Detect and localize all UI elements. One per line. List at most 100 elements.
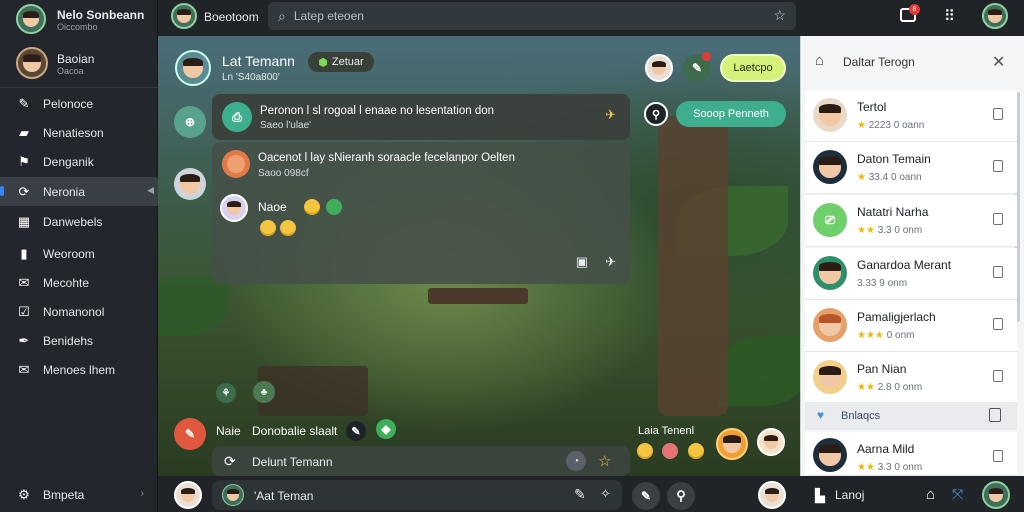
close-icon[interactable]: ✕ <box>992 52 1005 72</box>
topbar-avatar[interactable] <box>171 3 197 29</box>
gem-icon[interactable]: ◆ <box>376 419 396 439</box>
sidebar-item-label: Pelonoce <box>43 96 94 111</box>
home-icon[interactable]: ⌂ <box>815 52 824 69</box>
edit-icon[interactable]: ✎ <box>346 421 366 441</box>
sidebar-item-denganik[interactable]: ⚑ Denganik <box>0 147 158 176</box>
status-badge[interactable]: ⬢ Zetuar <box>308 52 374 72</box>
scene-title: Lat Temann <box>222 53 295 69</box>
list-item[interactable]: Daton Temain ★ 33.4 0 oann <box>805 142 1017 194</box>
message-card[interactable]: ⎙ Peronon l sl rogoal l enaae no lesenta… <box>212 94 630 140</box>
member-avatar[interactable] <box>645 54 673 82</box>
bookmark-icon[interactable] <box>993 318 1003 330</box>
pin-icon[interactable]: ✈ <box>605 254 616 270</box>
foliage <box>158 276 228 336</box>
home-icon[interactable]: ⌂ <box>926 486 935 503</box>
item-name: Natatri Narha <box>857 205 929 219</box>
list-item[interactable]: Ganardoa Merant 3.33 9 onm <box>805 248 1017 300</box>
mail-icon: ✉ <box>18 361 30 377</box>
edit-round-icon[interactable]: ✎ <box>632 482 660 510</box>
sidebar-item-menoes-lhem[interactable]: ✉ Menoes lhem <box>0 355 158 384</box>
emoji-icon[interactable] <box>637 443 653 459</box>
sidebar-item-neronia[interactable]: ⟳ Neronia ◀ <box>0 177 158 206</box>
emoji-icon[interactable] <box>688 443 704 459</box>
magic-icon[interactable]: ✧ <box>600 486 611 502</box>
item-name: Aarna Mild <box>857 442 915 456</box>
reply-input[interactable]: ⟳ Delunt Temann ◔ ☆ <box>212 446 630 476</box>
float-icon[interactable]: ⚘ <box>216 383 236 403</box>
action-button[interactable]: Laetcpo <box>720 54 786 82</box>
chat-message: Donobalie slaalt <box>252 424 338 438</box>
reaction-avatar[interactable] <box>757 428 785 456</box>
list-item[interactable]: Pan Nian ★★ 2.8 0 onm <box>805 352 1017 404</box>
bottom-right-avatar[interactable] <box>758 481 786 509</box>
reaction-avatar[interactable] <box>716 428 748 460</box>
pin-icon[interactable]: ✈ <box>605 107 616 123</box>
expand-icon[interactable]: ⤧ <box>952 486 963 503</box>
sidebar-item-weoroom[interactable]: ▮ Weoroom <box>0 239 158 268</box>
topbar-username: Boeotoom <box>204 10 259 24</box>
sidebar-item-benidehs[interactable]: ✒ Benidehs <box>0 326 158 355</box>
reply-text: Delunt Temann <box>252 455 333 469</box>
bookmark-icon[interactable] <box>993 160 1003 172</box>
grid-icon: ▦ <box>17 213 31 229</box>
section-header: ♥ Bnlaqcs <box>805 402 1017 430</box>
emoji-icon[interactable] <box>662 443 678 459</box>
item-avatar <box>813 256 847 290</box>
card-title: Oacenot l lay sNieranh soraacle fecelanp… <box>258 152 515 164</box>
search-icon: ⌕ <box>278 7 286 24</box>
bookmark-icon[interactable] <box>993 213 1003 225</box>
bookmark-icon[interactable] <box>993 108 1003 120</box>
account-avatar[interactable] <box>982 3 1008 29</box>
search-round-icon[interactable]: ⚲ <box>667 482 695 510</box>
secondary-pill[interactable]: Sooop Penneth <box>676 101 786 127</box>
side-avatar-2[interactable] <box>174 168 206 200</box>
secondary-pill-label: Sooop Penneth <box>693 108 769 120</box>
pen-icon[interactable]: ✎ <box>574 486 586 503</box>
image-icon[interactable]: ▣ <box>576 254 588 270</box>
composer[interactable]: 'Aat Teman ✎ ✧ <box>212 480 622 510</box>
list-item[interactable]: Tertol ★ 2223 0 oann <box>805 90 1017 142</box>
float-icon[interactable]: ♣ <box>253 381 275 403</box>
item-name: Pan Nian <box>857 362 907 376</box>
book-icon[interactable]: ▙ <box>815 488 825 504</box>
smile-emoji-icon[interactable] <box>304 199 320 215</box>
grid-menu-icon[interactable]: ⠿ <box>944 7 955 25</box>
sidebar-item-nenatieson[interactable]: ▰ Nenatieson <box>0 118 158 147</box>
alert-dot <box>702 52 711 61</box>
active-indicator <box>0 186 4 196</box>
list-item[interactable]: Aarna Mild ★★ 3.3 0 onm <box>805 432 1017 476</box>
search-bar[interactable]: ⌕ Latep eteoen ☆ <box>268 2 796 30</box>
side-avatar[interactable]: ⊕ <box>174 106 206 138</box>
list-item[interactable]: Pamaligjerlach ★★★ 0 onm <box>805 300 1017 352</box>
info-icon[interactable]: ⚲ <box>644 102 668 126</box>
user-avatar[interactable] <box>16 4 46 34</box>
bottom-avatar[interactable] <box>174 481 202 509</box>
composer-text: 'Aat Teman <box>254 489 314 503</box>
grin-emoji-icon[interactable] <box>260 220 276 236</box>
sidebar-footer[interactable]: ⚙ Bmpeta › <box>0 480 158 509</box>
bookmark-icon[interactable] <box>993 370 1003 382</box>
sidebar-item-label: Benidehs <box>43 333 94 348</box>
refresh-icon[interactable]: ⟳ <box>224 453 236 470</box>
sidebar-item-label: Denganik <box>43 154 94 169</box>
star-icon[interactable]: ☆ <box>598 452 611 470</box>
bookmark-icon[interactable] <box>993 450 1003 462</box>
section-action-icon[interactable] <box>989 408 1001 422</box>
bookmark-icon[interactable] <box>993 266 1003 278</box>
card-sub: Saoo 098cf <box>258 168 309 179</box>
list-item[interactable]: ⎚ Natatri Narha ★★ 3.3 0 onm <box>805 195 1017 247</box>
sidebar-item-nomanonol[interactable]: ☑ Nomanonol <box>0 297 158 326</box>
scene-right-label: Laia Tenenl <box>638 425 695 437</box>
leaf-emoji-icon[interactable] <box>326 199 342 215</box>
grin-emoji-icon[interactable] <box>280 220 296 236</box>
sidebar-item-danwebels[interactable]: ▦ Danwebels <box>0 207 158 236</box>
message-card-expanded[interactable]: Oacenot l lay sNieranh soraacle fecelanp… <box>212 142 630 284</box>
profile-avatar[interactable] <box>16 47 48 79</box>
bottom-account-avatar[interactable] <box>982 481 1010 509</box>
sidebar-item-mecohte[interactable]: ✉ Mecohte <box>0 268 158 297</box>
speed-icon[interactable]: ◔ <box>566 451 586 471</box>
channel-avatar[interactable] <box>175 50 211 86</box>
chat-avatar[interactable]: ✎ <box>174 418 206 450</box>
sidebar-item-pelonoce[interactable]: ✎ Pelonoce <box>0 89 158 118</box>
star-icon[interactable]: ☆ <box>773 7 786 24</box>
